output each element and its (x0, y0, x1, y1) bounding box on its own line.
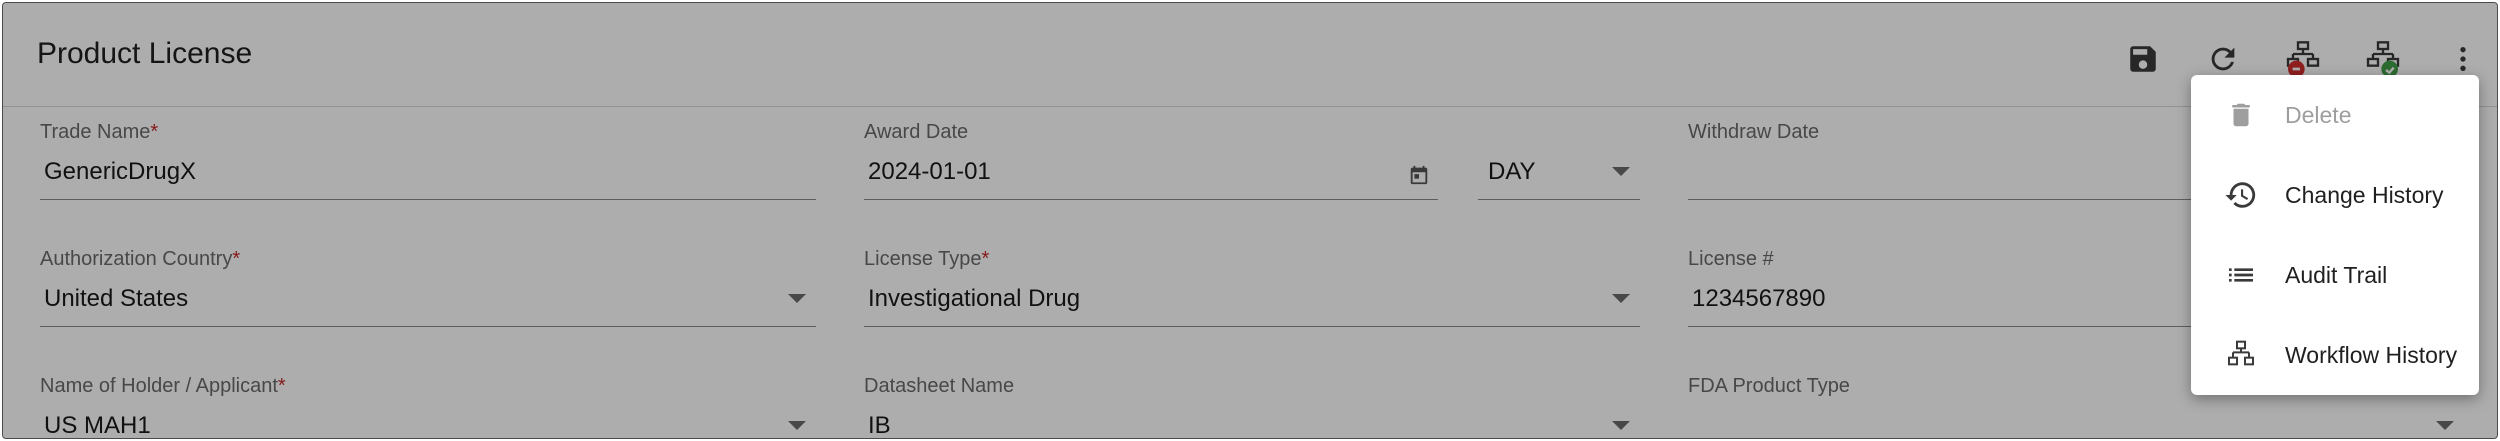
menu-item-label: Workflow History (2285, 341, 2458, 368)
product-license-window: Product License Trade Name* GenericDrugX… (2, 2, 2498, 439)
menu-item-label: Audit Trail (2285, 261, 2388, 288)
menu-item-label: Change History (2285, 181, 2444, 208)
menu-item-change-history[interactable]: Change History (2201, 155, 2471, 235)
workflow-icon (2221, 335, 2261, 375)
history-icon (2221, 175, 2261, 215)
menu-backdrop[interactable] (3, 3, 2497, 438)
trash-icon (2221, 95, 2261, 135)
menu-item-workflow-history[interactable]: Workflow History (2201, 315, 2471, 395)
menu-item-label: Delete (2285, 101, 2352, 128)
more-options-menu: Delete Change History Audit Trail Workfl… (2191, 75, 2479, 395)
menu-item-delete[interactable]: Delete (2201, 75, 2471, 155)
list-icon (2221, 255, 2261, 295)
menu-item-audit-trail[interactable]: Audit Trail (2201, 235, 2471, 315)
